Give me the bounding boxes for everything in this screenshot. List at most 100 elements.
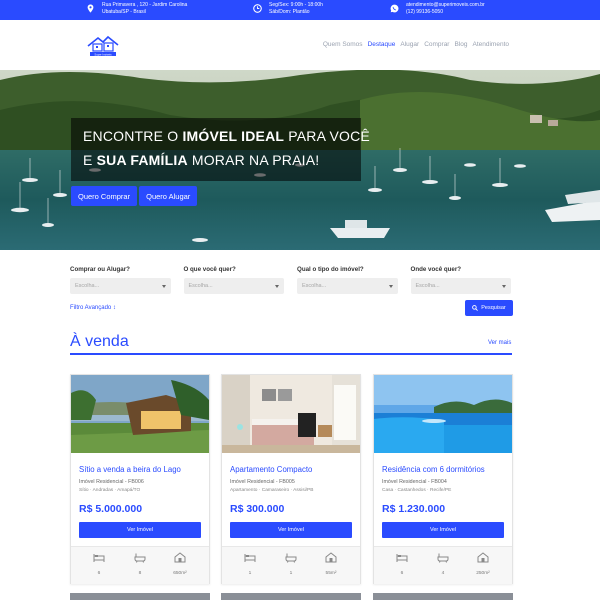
nav-item-blog[interactable]: Blog	[454, 41, 467, 48]
section-title: À venda	[70, 333, 129, 350]
listing-title[interactable]: Residência com 6 dormitórios	[382, 465, 485, 474]
house-logo-icon[interactable]: Super Imóveis	[85, 33, 121, 59]
search-icon	[472, 305, 479, 311]
area-value: 55m²	[325, 571, 337, 576]
listing-location: Apartamento · Camaraseiro · Assisi/PB	[230, 488, 314, 493]
bedrooms-count: 6	[400, 571, 404, 576]
bathrooms-count: 8	[138, 571, 142, 576]
search-button[interactable]: Pesquisar	[465, 300, 513, 316]
filter-label: Onde você quer?	[410, 266, 462, 273]
listing-price: R$ 1.230.000	[382, 503, 446, 515]
bed-icon	[244, 554, 256, 562]
listing-features: 1 1 55m²	[222, 546, 360, 584]
area-feature: 650m²	[170, 552, 190, 576]
bedrooms-feature: 1	[240, 552, 260, 576]
filter-label: O que você quer?	[183, 266, 236, 273]
view-property-button[interactable]: Ver Imóvel	[230, 522, 352, 538]
hero-headline-box: ENCONTRE O IMÓVEL IDEAL PARA VOCÊ E SUA …	[71, 118, 370, 181]
house-area-icon	[477, 552, 489, 563]
contact-phone[interactable]: (12) 99136-5050	[406, 9, 485, 16]
nav-item-comprar[interactable]: Comprar	[424, 41, 449, 48]
area-feature: 250m²	[473, 552, 493, 576]
filter-what: O que você quer? Escolha...	[183, 266, 284, 296]
bedrooms-feature: 6	[89, 552, 109, 576]
view-property-button[interactable]: Ver Imóvel	[79, 522, 201, 538]
hours-line2: Sáb/Dom: Plantão	[269, 8, 310, 15]
bathtub-icon	[134, 553, 146, 563]
hero-headline-line1: ENCONTRE O IMÓVEL IDEAL PARA VOCÊ	[83, 128, 370, 144]
property-type-select[interactable]: Escolha...	[297, 278, 398, 294]
listing-code: Imóvel Residencial - FB004	[382, 479, 447, 485]
chevron-down-icon	[275, 284, 279, 288]
where-select[interactable]: Escolha...	[410, 278, 511, 294]
filter-label: Comprar ou Alugar?	[70, 266, 130, 273]
filter-property-type: Qual o tipo do imóvel? Escolha...	[297, 266, 398, 296]
listing-title[interactable]: Apartamento Compacto	[230, 465, 312, 474]
listing-card[interactable]: Apartamento Compacto Imóvel Residencial …	[221, 374, 361, 584]
area-value: 650m²	[173, 571, 187, 576]
bathtub-icon	[285, 553, 297, 563]
bedrooms-count: 1	[248, 571, 252, 576]
listing-photo[interactable]	[71, 375, 209, 453]
nav-item-atendimento[interactable]: Atendimento	[473, 41, 510, 48]
see-more-link[interactable]: Ver mais	[488, 340, 511, 346]
filter-where: Onde você quer? Escolha...	[410, 266, 511, 296]
listing-features: 6 8 650m²	[71, 546, 209, 584]
next-listing-photo	[373, 593, 513, 600]
clock-icon	[253, 4, 262, 13]
rent-button[interactable]: Quero Alugar	[139, 186, 198, 206]
area-value: 250m²	[476, 571, 490, 576]
listing-code: Imóvel Residencial - FB005	[230, 479, 295, 485]
bedrooms-feature: 6	[392, 552, 412, 576]
listing-price: R$ 5.000.000	[79, 503, 143, 515]
what-select[interactable]: Escolha...	[183, 278, 284, 294]
map-pin-icon	[87, 4, 94, 13]
next-listing-photo	[221, 593, 361, 600]
listing-title[interactable]: Sítio a venda a beira do Lago	[79, 465, 181, 474]
bed-icon	[396, 554, 408, 562]
hours-line1: Seg/Sex: 9:00h - 18:00h	[269, 2, 323, 8]
hero-banner: ENCONTRE O IMÓVEL IDEAL PARA VOCÊ E SUA …	[0, 70, 600, 250]
contact-email[interactable]: atendimento@superimoveis.com.br	[406, 2, 485, 9]
nav-item-quem-somos[interactable]: Quem Somos	[323, 41, 363, 48]
bathrooms-feature: 4	[433, 552, 453, 576]
listing-features: 6 4 250m²	[374, 546, 512, 584]
section-divider	[70, 353, 512, 355]
filter-buy-or-rent: Comprar ou Alugar? Escolha...	[70, 266, 171, 296]
buy-button[interactable]: Quero Comprar	[71, 186, 138, 206]
main-navbar: Super Imóveis Quem Somos Destaque Alugar…	[0, 20, 600, 70]
search-filters: Comprar ou Alugar? Escolha... O que você…	[70, 266, 512, 296]
logo-text: Super Imóveis	[94, 52, 112, 56]
chevron-down-icon	[502, 284, 506, 288]
bathrooms-count: 4	[441, 571, 445, 576]
bed-icon	[93, 554, 105, 562]
main-nav-menu: Quem Somos Destaque Alugar Comprar Blog …	[323, 41, 509, 48]
listing-card[interactable]: Sítio a venda a beira do Lago Imóvel Res…	[70, 374, 210, 584]
filter-label: Qual o tipo do imóvel?	[297, 266, 364, 273]
view-property-button[interactable]: Ver Imóvel	[382, 522, 504, 538]
listing-card[interactable]: Residência com 6 dormitórios Imóvel Resi…	[373, 374, 513, 584]
listing-location: Casa · Castanhedos · Recife/PE	[382, 488, 452, 493]
advanced-filter-link[interactable]: Filtro Avançado ↕	[70, 305, 116, 311]
hours-info: Seg/Sex: 9:00h - 18:00h Sáb/Dom: Plantão	[253, 2, 323, 15]
chevron-down-icon	[388, 284, 393, 288]
hero-actions: Quero Comprar Quero Alugar	[71, 186, 198, 206]
search-button-label: Pesquisar	[481, 305, 506, 311]
bathrooms-feature: 1	[281, 552, 301, 576]
house-area-icon	[174, 552, 186, 563]
listing-photo[interactable]	[222, 375, 360, 453]
address-info: Rua Primavera , 120 - Jardim Carolina Uba…	[86, 2, 187, 15]
nav-item-alugar[interactable]: Alugar	[400, 41, 419, 48]
nav-item-destaque[interactable]: Destaque	[368, 41, 396, 48]
listing-location: Sítio · Andradas · Amapá/TO	[79, 488, 141, 493]
bathtub-icon	[437, 553, 449, 563]
address-line1: Rua Primavera , 120 - Jardim Carolina	[102, 2, 188, 8]
contact-info[interactable]: atendimento@superimoveis.com.br (12) 9913…	[390, 2, 485, 15]
listing-photo[interactable]	[374, 375, 512, 453]
buy-or-rent-select[interactable]: Escolha...	[70, 278, 171, 294]
bathrooms-count: 1	[289, 571, 293, 576]
house-area-icon	[325, 552, 337, 563]
top-info-bar: Rua Primavera , 120 - Jardim Carolina Uba…	[0, 0, 600, 20]
address-line2: Ubatuba/SP - Brasil	[102, 8, 146, 15]
area-feature: 55m²	[321, 552, 341, 576]
